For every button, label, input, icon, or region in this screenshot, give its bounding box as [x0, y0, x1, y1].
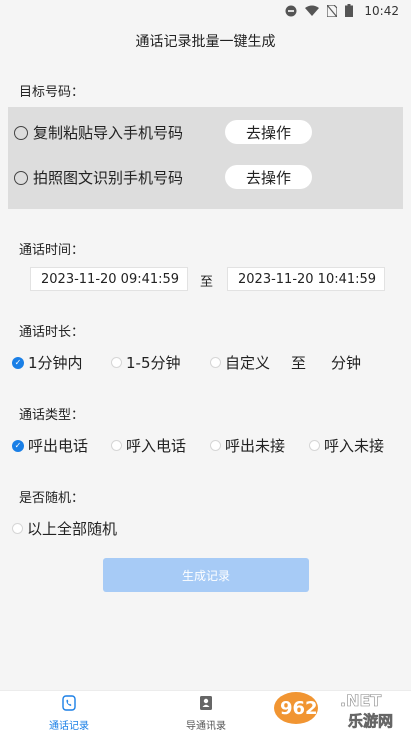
status-icons — [285, 4, 353, 17]
radio-button[interactable] — [111, 440, 122, 451]
start-time-field[interactable]: 2023-11-20 09:41:59 — [30, 267, 188, 291]
random-label: 是否随机： — [19, 491, 85, 506]
status-time: 10:42 — [364, 4, 399, 18]
duration-option-label: 1分钟内 — [28, 354, 83, 372]
duration-option-custom[interactable]: 自定义 — [210, 352, 270, 373]
duration-option-1-5min[interactable]: 1-5分钟 — [111, 352, 181, 373]
svg-text:962: 962 — [280, 698, 318, 719]
custom-duration-unit: 分钟 — [331, 354, 362, 372]
radio-button[interactable] — [210, 357, 221, 368]
svg-text:.NET: .NET — [340, 691, 381, 710]
import-panel: 复制粘贴导入手机号码 去操作 拍照图文识别手机号码 去操作 — [8, 107, 403, 209]
import-option-paste[interactable]: 复制粘贴导入手机号码 — [14, 122, 183, 143]
phone-icon — [62, 695, 76, 711]
svg-text:乐游网: 乐游网 — [348, 712, 393, 730]
radio-button[interactable] — [210, 440, 221, 451]
status-bar: 10:42 — [0, 0, 411, 24]
duration-option-1min[interactable]: ✓ 1分钟内 — [12, 352, 83, 373]
call-type-option-label: 呼出未接 — [225, 437, 286, 455]
nav-import-contacts[interactable]: 导通讯录 — [166, 695, 246, 732]
import-option-label: 复制粘贴导入手机号码 — [33, 124, 184, 142]
call-type-outgoing[interactable]: ✓ 呼出电话 — [12, 435, 88, 456]
call-type-option-label: 呼出电话 — [28, 437, 89, 455]
nav-call-records[interactable]: 通话记录 — [29, 695, 109, 732]
battery-icon — [345, 4, 353, 17]
no-sim-icon — [327, 4, 337, 17]
contacts-icon — [200, 696, 212, 710]
time-separator: 至 — [200, 275, 214, 290]
call-type-incoming[interactable]: 呼入电话 — [111, 435, 186, 456]
minus-circle-icon — [285, 5, 297, 16]
random-option-label: 以上全部随机 — [27, 520, 118, 538]
duration-option-label: 1-5分钟 — [126, 354, 181, 372]
nav-label: 通话记录 — [49, 721, 89, 732]
checked-icon: ✓ — [12, 439, 24, 452]
nav-label: 导通讯录 — [186, 721, 226, 732]
watermark-logo: 962 .NET 乐游网 — [270, 684, 411, 732]
radio-button[interactable] — [111, 357, 122, 368]
call-time-label: 通话时间： — [19, 243, 85, 258]
end-time-field[interactable]: 2023-11-20 10:41:59 — [227, 267, 385, 291]
radio-button[interactable] — [14, 170, 28, 185]
call-type-incoming-missed[interactable]: 呼入未接 — [309, 435, 384, 456]
import-option-photo[interactable]: 拍照图文识别手机号码 — [14, 167, 183, 188]
import-option-label: 拍照图文识别手机号码 — [33, 169, 184, 187]
checked-icon: ✓ — [12, 356, 24, 369]
call-type-option-label: 呼入电话 — [126, 437, 187, 455]
target-number-label: 目标号码： — [19, 85, 85, 100]
duration-option-label: 自定义 — [225, 354, 271, 372]
radio-button[interactable] — [14, 125, 28, 140]
radio-button[interactable] — [12, 523, 23, 534]
random-all-option[interactable]: 以上全部随机 — [12, 518, 117, 539]
page-title: 通话记录批量一键生成 — [135, 34, 276, 50]
paste-import-button[interactable]: 去操作 — [225, 120, 312, 144]
call-type-outgoing-missed[interactable]: 呼出未接 — [210, 435, 285, 456]
call-duration-label: 通话时长： — [19, 325, 85, 340]
custom-duration-separator: 至 — [291, 354, 307, 372]
radio-button[interactable] — [309, 440, 320, 451]
generate-records-button[interactable]: 生成记录 — [103, 558, 309, 592]
photo-recognize-button[interactable]: 去操作 — [225, 165, 312, 189]
call-type-option-label: 呼入未接 — [324, 437, 385, 455]
call-type-label: 通话类型： — [19, 408, 85, 423]
wifi-icon — [305, 5, 319, 16]
